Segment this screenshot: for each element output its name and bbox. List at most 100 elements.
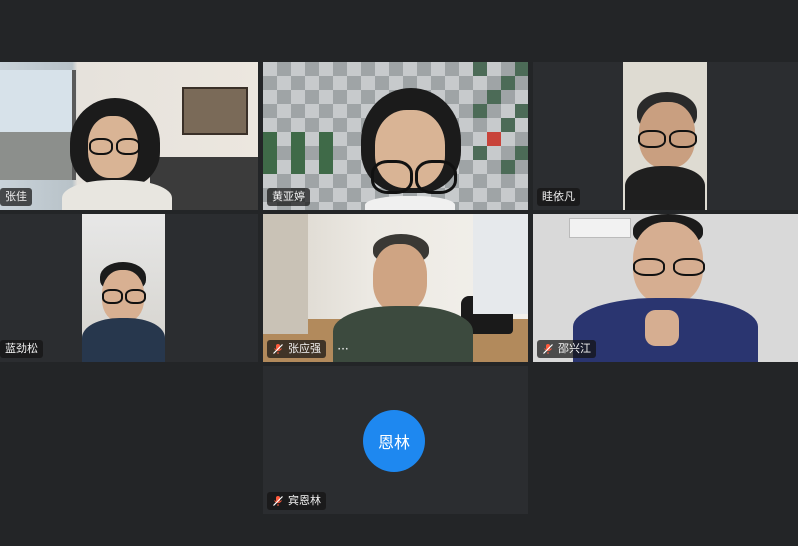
mosaic-pixel (487, 174, 501, 188)
mosaic-pixel (305, 76, 319, 90)
mosaic-pixel (473, 146, 487, 160)
mosaic-pixel (305, 174, 319, 188)
mosaic-pixel (319, 90, 333, 104)
participant-avatar: 恩林 (363, 410, 425, 472)
mosaic-pixel (291, 118, 305, 132)
mosaic-pixel (319, 202, 333, 210)
mosaic-pixel (347, 62, 361, 76)
mosaic-pixel (473, 174, 487, 188)
mosaic-pixel (487, 146, 501, 160)
mosaic-pixel (473, 188, 487, 202)
fireplace-wall (263, 214, 308, 334)
participant-name: 张应强 (288, 342, 321, 355)
mosaic-pixel (319, 174, 333, 188)
mosaic-pixel (263, 118, 277, 132)
mosaic-pixel (319, 118, 333, 132)
video-tile-5[interactable]: 张应强 ··· (263, 214, 528, 362)
mosaic-pixel (417, 62, 431, 76)
mosaic-pixel (319, 62, 333, 76)
participant-name-tag: 宾恩林 (267, 492, 326, 510)
mosaic-pixel (487, 104, 501, 118)
mosaic-pixel (333, 174, 347, 188)
mosaic-pixel (459, 62, 473, 76)
mosaic-pixel (319, 132, 333, 146)
mosaic-pixel (473, 118, 487, 132)
mosaic-pixel (473, 90, 487, 104)
video-tile-1[interactable]: 张佳 (0, 62, 258, 210)
mosaic-pixel (305, 104, 319, 118)
mosaic-pixel (333, 146, 347, 160)
mosaic-pixel (487, 118, 501, 132)
mosaic-pixel (291, 160, 305, 174)
mosaic-pixel (333, 90, 347, 104)
video-tile-2[interactable]: 黄亚婷 (263, 62, 528, 210)
mosaic-pixel (291, 146, 305, 160)
mosaic-pixel (403, 62, 417, 76)
mosaic-pixel (333, 188, 347, 202)
window (473, 214, 528, 314)
mosaic-pixel (319, 104, 333, 118)
mosaic-pixel (277, 76, 291, 90)
mosaic-pixel (487, 76, 501, 90)
person-2 (355, 88, 465, 210)
mosaic-pixel (515, 188, 528, 202)
mosaic-pixel (445, 62, 459, 76)
mosaic-pixel (291, 174, 305, 188)
mic-muted-icon (543, 344, 553, 354)
mosaic-pixel (501, 202, 515, 210)
participant-name-tag: 张应强 (267, 340, 326, 358)
mic-muted-icon (273, 496, 283, 506)
wall-picture (182, 87, 248, 135)
mosaic-pixel (487, 62, 501, 76)
mosaic-pixel (501, 146, 515, 160)
mosaic-pixel (291, 62, 305, 76)
person-5 (333, 234, 473, 362)
mosaic-pixel (473, 202, 487, 210)
mosaic-pixel (277, 174, 291, 188)
mosaic-pixel (263, 132, 277, 146)
mosaic-pixel (501, 174, 515, 188)
mosaic-pixel (515, 62, 528, 76)
mosaic-pixel (305, 160, 319, 174)
mosaic-pixel (305, 62, 319, 76)
mosaic-pixel (333, 62, 347, 76)
mosaic-pixel (515, 202, 528, 210)
person-3 (625, 92, 705, 210)
more-options-button[interactable]: ··· (334, 343, 352, 358)
video-tile-6[interactable]: 邵兴江 (533, 214, 798, 362)
mosaic-pixel (263, 76, 277, 90)
mosaic-pixel (501, 76, 515, 90)
person-4 (82, 262, 165, 362)
participant-name: 蓝劲松 (5, 342, 38, 355)
mosaic-pixel (333, 118, 347, 132)
participant-name: 宾恩林 (288, 494, 321, 507)
mosaic-pixel (501, 104, 515, 118)
mosaic-pixel (515, 174, 528, 188)
participant-name-tag: 张佳 (0, 188, 32, 206)
mosaic-pixel (291, 76, 305, 90)
mosaic-pixel (515, 118, 528, 132)
mosaic-pixel (501, 132, 515, 146)
mosaic-pixel (375, 62, 389, 76)
mosaic-pixel (501, 90, 515, 104)
participant-name: 眭依凡 (542, 190, 575, 203)
participant-name-tag: 邵兴江 (537, 340, 596, 358)
mosaic-pixel (263, 90, 277, 104)
person-6 (573, 214, 758, 362)
mosaic-pixel (305, 118, 319, 132)
mosaic-pixel (501, 188, 515, 202)
mosaic-pixel (361, 62, 375, 76)
mosaic-pixel (333, 132, 347, 146)
mic-muted-icon (273, 344, 283, 354)
mosaic-pixel (319, 146, 333, 160)
participant-name-tag: 黄亚婷 (267, 188, 310, 206)
mosaic-pixel (389, 62, 403, 76)
mosaic-pixel (487, 132, 501, 146)
video-feed-1 (0, 62, 258, 210)
mosaic-pixel (277, 104, 291, 118)
video-tile-4[interactable]: 蓝劲松 (0, 214, 258, 362)
video-tile-3[interactable]: 眭依凡 (533, 62, 798, 210)
mosaic-pixel (305, 132, 319, 146)
mosaic-pixel (263, 62, 277, 76)
mosaic-pixel (277, 90, 291, 104)
